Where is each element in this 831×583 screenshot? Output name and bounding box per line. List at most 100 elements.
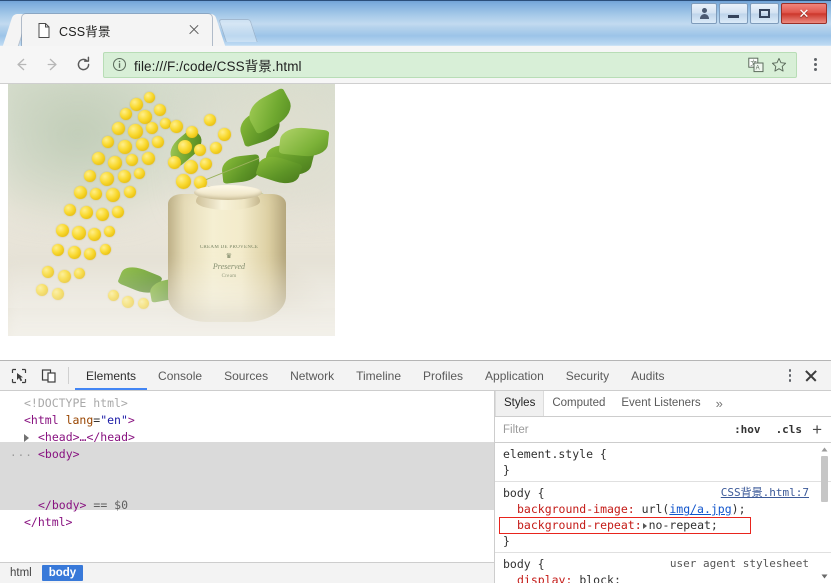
page-viewport: CREAM DE PROVENCE ♛ Preserved Cream	[0, 84, 831, 360]
window-titlebar: CSS背景 ✕	[0, 0, 831, 46]
omnibox-actions: 文 A	[743, 55, 789, 75]
maximize-button[interactable]	[750, 3, 779, 24]
tab-elements[interactable]: Elements	[75, 361, 148, 390]
breadcrumb-item-html[interactable]: html	[3, 565, 39, 581]
devtools-more-menu-button[interactable]	[781, 365, 799, 387]
menu-dot	[813, 68, 817, 72]
collapse-ellipsis-icon: ···	[10, 449, 33, 462]
scroll-down-arrow-icon[interactable]	[820, 572, 829, 581]
scroll-up-arrow-icon[interactable]	[820, 445, 829, 454]
style-rule-body-author[interactable]: body { CSS背景.html:7 background-image: ur…	[495, 482, 831, 553]
styles-more-tabs-icon[interactable]: »	[709, 396, 730, 411]
inspect-cursor-icon[interactable]	[8, 365, 30, 387]
tab-application[interactable]: Application	[474, 361, 555, 390]
star-icon[interactable]	[769, 55, 789, 75]
tab-close-icon[interactable]	[186, 22, 202, 38]
address-bar[interactable]: file:///F:/code/CSS背景.html 文 A	[103, 51, 797, 78]
hov-toggle-button[interactable]: :hov	[729, 422, 766, 437]
body-background-image: CREAM DE PROVENCE ♛ Preserved Cream	[8, 84, 335, 336]
styles-rules-list: element.style { } body { CSS背景.html:7 ba…	[495, 443, 831, 583]
html-open-tag: <html	[24, 413, 59, 427]
menu-dot	[813, 57, 817, 61]
new-style-rule-button[interactable]: +	[812, 421, 822, 438]
reload-icon	[77, 56, 89, 71]
dom-line-html-close[interactable]: </html>	[0, 514, 494, 531]
declaration-value: block;	[579, 573, 621, 583]
styles-tabbar: Styles Computed Event Listeners »	[495, 391, 831, 417]
tab-timeline[interactable]: Timeline	[345, 361, 412, 390]
device-toolbar-icon[interactable]	[38, 365, 60, 387]
browser-tab[interactable]: CSS背景	[22, 14, 212, 46]
close-icon: ✕	[798, 6, 810, 21]
back-button[interactable]	[7, 51, 35, 79]
rule-source-link[interactable]: CSS背景.html:7	[721, 485, 809, 501]
svg-text:A: A	[756, 65, 760, 71]
style-rule-body-useragent[interactable]: body { user agent stylesheet display: bl…	[495, 553, 831, 583]
scrollbar-thumb[interactable]	[821, 456, 828, 502]
back-arrow-icon	[16, 58, 26, 71]
translate-icon[interactable]: 文 A	[746, 55, 766, 75]
tab-event-listeners[interactable]: Event Listeners	[613, 391, 708, 416]
tab-computed[interactable]: Computed	[544, 391, 613, 416]
user-icon	[699, 8, 709, 19]
styles-scrollbar[interactable]	[820, 445, 829, 581]
declaration-property: background-image:	[517, 502, 635, 516]
dom-line-doctype[interactable]: <!DOCTYPE html>	[0, 395, 494, 412]
tab-profiles[interactable]: Profiles	[412, 361, 474, 390]
rule-selector[interactable]: body { user agent stylesheet	[495, 556, 831, 572]
dom-tree: <!DOCTYPE html> <html lang="en"> <head>……	[0, 391, 494, 561]
dom-line-head[interactable]: <head>…</head>	[0, 429, 494, 446]
browser-toolbar: file:///F:/code/CSS背景.html 文 A	[0, 46, 831, 84]
body-open-tag: <body>	[38, 447, 80, 461]
declaration-display[interactable]: display: block;	[495, 572, 831, 583]
tab-audits[interactable]: Audits	[620, 361, 675, 390]
menu-dot	[813, 63, 817, 66]
url-text: file:///F:/code/CSS背景.html	[134, 58, 302, 74]
tab-title: CSS背景	[59, 24, 111, 39]
value-expand-triangle-icon[interactable]	[642, 522, 647, 529]
breadcrumb-item-body[interactable]: body	[41, 565, 84, 581]
tab-security[interactable]: Security	[555, 361, 620, 390]
tab-network[interactable]: Network	[279, 361, 345, 390]
minimize-icon	[728, 15, 739, 18]
menu-dot	[788, 374, 792, 377]
dom-line-html-open[interactable]: <html lang="en">	[0, 412, 494, 429]
selected-node-marker: == $0	[93, 498, 129, 512]
browser-window: CSS背景 ✕ file:///F:/code/CSS背景.html A CRE…	[0, 0, 831, 583]
tab-styles[interactable]: Styles	[495, 391, 545, 416]
minimize-button[interactable]	[719, 3, 748, 24]
dom-line-blank-1	[0, 463, 494, 480]
chrome-menu-button[interactable]	[804, 51, 826, 79]
close-window-button[interactable]: ✕	[781, 3, 827, 24]
dom-line-body-open[interactable]: ··· <body>	[0, 446, 494, 463]
menu-dot	[788, 378, 792, 382]
info-icon[interactable]	[112, 57, 127, 72]
tab-console[interactable]: Console	[147, 361, 213, 390]
new-tab-button[interactable]	[218, 19, 258, 42]
declaration-property: background-repeat:	[517, 518, 642, 532]
devtools-close-icon[interactable]	[799, 365, 823, 387]
declaration-background-image[interactable]: background-image: url(img/a.jpg);	[495, 501, 831, 517]
declaration-background-repeat[interactable]: background-repeat: no-repeat;	[495, 517, 831, 533]
rule-selector[interactable]: element.style {	[495, 446, 831, 462]
rule-selector[interactable]: body { CSS背景.html:7	[495, 485, 831, 501]
tab-sources[interactable]: Sources	[213, 361, 279, 390]
window-controls: ✕	[689, 3, 827, 24]
devtools-tabbar-actions	[781, 365, 823, 387]
declaration-value-prefix: url(	[641, 502, 670, 516]
style-rule-element-style[interactable]: element.style { }	[495, 443, 831, 482]
user-account-button[interactable]	[691, 3, 717, 24]
expand-triangle-icon[interactable]	[24, 434, 29, 442]
page-icon	[38, 22, 50, 38]
maximize-icon	[759, 9, 770, 18]
reload-button[interactable]	[69, 51, 97, 79]
html-close-tag: </html>	[24, 515, 73, 529]
forward-button[interactable]	[38, 51, 66, 79]
body-close-tag: </body>	[38, 498, 87, 512]
styles-filter-input[interactable]: Filter	[495, 424, 729, 436]
declaration-url-link[interactable]: img/a.jpg	[669, 502, 731, 516]
dom-line-body-close[interactable]: </body> == $0	[0, 497, 494, 514]
cls-toggle-button[interactable]: .cls	[771, 422, 808, 437]
rule-close-brace: }	[503, 534, 510, 548]
forward-arrow-icon	[47, 58, 57, 71]
